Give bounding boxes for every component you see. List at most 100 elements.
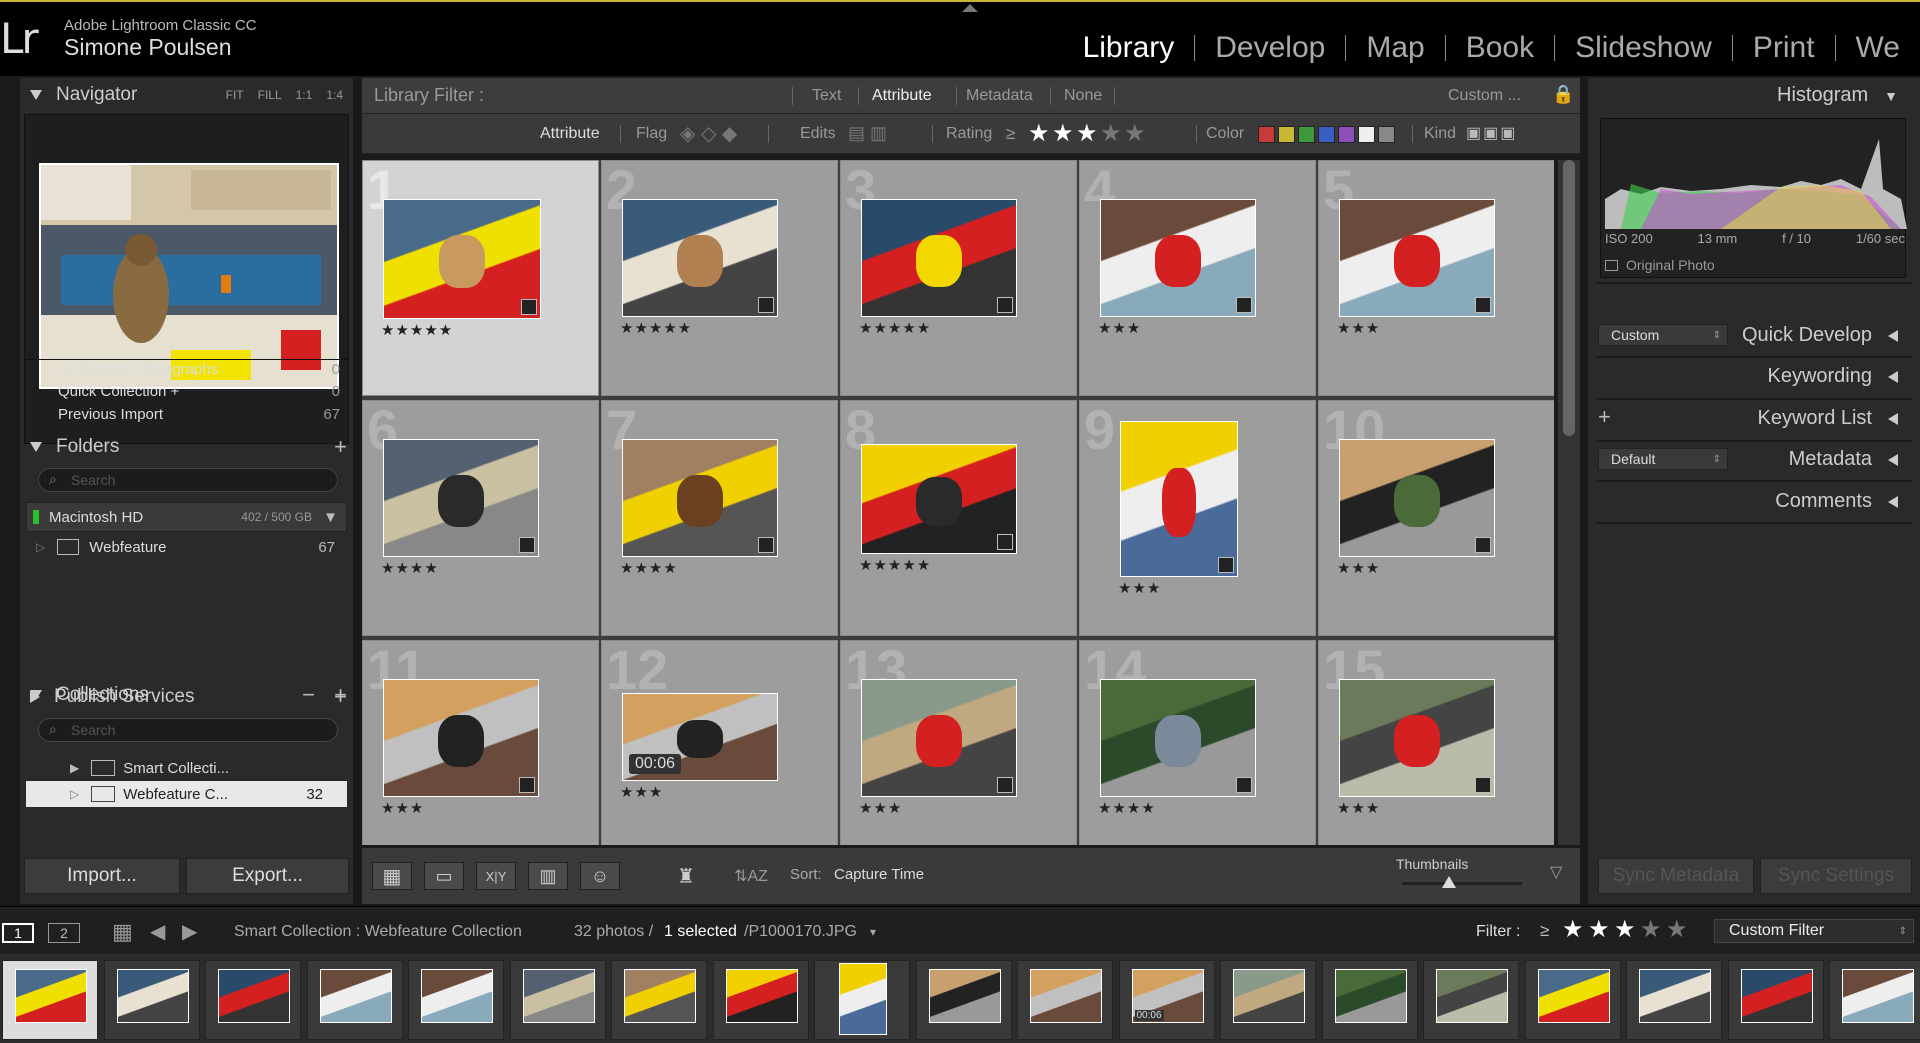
photo-thumbnail[interactable] <box>622 199 778 317</box>
photo-thumbnail[interactable] <box>861 679 1017 797</box>
filmstrip-cell[interactable] <box>2 960 98 1040</box>
filmstrip-thumbnail[interactable] <box>1334 969 1407 1023</box>
develop-badge-icon[interactable] <box>997 297 1013 313</box>
color-label-swatch[interactable] <box>1318 126 1335 143</box>
grid-cell[interactable]: 4 ★★★ <box>1079 160 1316 396</box>
previous-import-row[interactable]: Previous Import 67 <box>58 401 348 427</box>
filmstrip-cell[interactable] <box>205 960 301 1040</box>
grid-cell[interactable]: 1 ★★★★★ <box>362 160 599 396</box>
photo-thumbnail[interactable] <box>861 199 1017 317</box>
filmstrip-cell[interactable] <box>1017 960 1113 1040</box>
sync-settings-button[interactable]: Sync Settings <box>1760 858 1912 894</box>
filmstrip-cell[interactable]: 00:06 <box>1118 960 1215 1040</box>
color-label-swatch[interactable] <box>1378 126 1395 143</box>
filmstrip-cell[interactable] <box>1423 960 1519 1040</box>
rating-operator[interactable]: ≥ <box>1006 124 1015 144</box>
filmstrip-thumbnail[interactable] <box>522 969 595 1023</box>
primary-display-button[interactable]: 1 <box>2 923 34 943</box>
compare-view-icon[interactable]: X|Y <box>476 862 516 890</box>
filmstrip-cell[interactable] <box>1524 960 1621 1040</box>
star-rating[interactable]: ★★★★ <box>620 559 678 577</box>
original-photo-toggle[interactable]: Original Photo <box>1605 257 1715 273</box>
grid-cell[interactable]: 10 ★★★ <box>1318 400 1554 636</box>
volume-macintosh-hd[interactable]: Macintosh HD 402 / 500 GB ▼ <box>26 502 347 532</box>
filmstrip-cell[interactable] <box>814 960 910 1040</box>
collections-search-input[interactable]: ⌕ Search <box>38 718 338 742</box>
selected-file[interactable]: /P1000170.JPG <box>744 923 857 941</box>
filmstrip-thumbnail[interactable] <box>1030 969 1102 1023</box>
secondary-display-button[interactable]: 2 <box>48 923 80 943</box>
filmstrip-thumbnail[interactable] <box>1537 969 1610 1023</box>
metadata-preset[interactable]: Default ⇕ <box>1598 448 1728 470</box>
color-label-swatch[interactable] <box>1298 126 1315 143</box>
filmstrip-thumbnail[interactable] <box>15 969 87 1023</box>
slider-handle[interactable] <box>1442 876 1456 888</box>
add-folder-icon[interactable]: + <box>334 434 347 460</box>
import-button[interactable]: Import... <box>24 858 180 894</box>
develop-badge-icon[interactable] <box>519 777 535 793</box>
painter-icon[interactable]: ♜ <box>672 862 700 890</box>
filmstrip-cell[interactable] <box>408 960 504 1040</box>
loupe-view-icon[interactable]: ▭ <box>424 862 464 890</box>
filmstrip-thumbnail[interactable] <box>421 969 493 1023</box>
filmstrip-cell[interactable] <box>1829 960 1920 1040</box>
add-keyword-icon[interactable]: + <box>1598 404 1611 430</box>
comments-header[interactable]: Comments <box>1775 490 1898 513</box>
grid-cell[interactable]: 5 ★★★ <box>1318 160 1554 396</box>
filmstrip-thumbnail[interactable] <box>725 969 798 1023</box>
filmstrip-cell[interactable] <box>915 960 1012 1040</box>
checkbox-icon[interactable] <box>1605 259 1618 271</box>
navigator-header[interactable]: Navigator FIT FILL 1:1 1:4 <box>20 78 353 112</box>
filmstrip-cell[interactable] <box>509 960 606 1040</box>
filmstrip-cell[interactable] <box>306 960 403 1040</box>
filter-preset-select[interactable]: Custom ... <box>1448 87 1521 105</box>
filmstrip-cell[interactable] <box>1321 960 1418 1040</box>
filter-tab-metadata[interactable]: Metadata <box>966 87 1033 105</box>
toolbar-menu-icon[interactable]: ▽ <box>1550 862 1562 882</box>
back-arrow-icon[interactable]: ◀ <box>150 919 165 944</box>
filmstrip-thumbnail[interactable] <box>218 969 290 1023</box>
star-rating[interactable]: ★★★ <box>1098 319 1141 337</box>
filmstrip-cell[interactable] <box>712 960 809 1040</box>
zoom-fit[interactable]: FIT <box>226 88 244 102</box>
filmstrip-thumbnail[interactable]: 00:06 <box>1131 969 1204 1023</box>
photo-thumbnail[interactable] <box>861 444 1017 554</box>
folders-header[interactable]: Folders + <box>20 430 353 464</box>
develop-badge-icon[interactable] <box>997 534 1013 550</box>
metadata-header[interactable]: Metadata <box>1789 448 1898 471</box>
module-map[interactable]: Map <box>1346 31 1444 65</box>
star-rating[interactable]: ★★★★★ <box>859 556 931 574</box>
sort-direction-icon[interactable]: ⇅AZ <box>726 862 776 890</box>
filter-operator[interactable]: ≥ <box>1540 921 1549 941</box>
photo-thumbnail[interactable] <box>383 679 539 797</box>
module-slideshow[interactable]: Slideshow <box>1555 31 1732 65</box>
folders-search-input[interactable]: ⌕ Search <box>38 468 338 492</box>
grid-cell[interactable]: 13 ★★★ <box>840 640 1077 845</box>
star-rating[interactable]: ★★★ <box>1118 579 1161 597</box>
filmstrip-thumbnail[interactable] <box>116 969 189 1023</box>
develop-badge-icon[interactable] <box>1475 777 1491 793</box>
filter-tab-none[interactable]: None <box>1064 87 1102 105</box>
expand-icon[interactable]: ▷ <box>70 787 79 801</box>
photo-thumbnail[interactable] <box>1339 439 1495 557</box>
develop-badge-icon[interactable] <box>519 537 535 553</box>
keywording-header[interactable]: Keywording <box>1767 365 1898 388</box>
sort-select[interactable]: Capture Time <box>834 866 924 883</box>
filmstrip-thumbnail[interactable] <box>839 963 887 1035</box>
filmstrip-cell[interactable] <box>103 960 200 1040</box>
filmstrip-thumbnail[interactable] <box>319 969 392 1023</box>
filter-star-icon[interactable]: ★ <box>1666 915 1688 944</box>
add-collection-icon[interactable]: + <box>334 682 347 708</box>
filter-tab-text[interactable]: Text <box>812 87 841 105</box>
develop-badge-icon[interactable] <box>1236 297 1252 313</box>
kind-icons[interactable]: ▣▣▣ <box>1466 123 1517 143</box>
filmstrip-cell[interactable] <box>1727 960 1824 1040</box>
filmstrip-cell[interactable] <box>1626 960 1722 1040</box>
filter-star-icon[interactable]: ★ <box>1640 915 1662 944</box>
grid-cell[interactable]: 14 ★★★★ <box>1079 640 1316 845</box>
color-label-swatch[interactable] <box>1338 126 1355 143</box>
filter-star-icon[interactable]: ★ <box>1562 915 1584 944</box>
filmstrip-thumbnail[interactable] <box>624 969 696 1023</box>
grid-cell[interactable]: 7 ★★★★ <box>601 400 838 636</box>
smart-collection-set[interactable]: ▶ Smart Collecti... <box>26 753 347 783</box>
